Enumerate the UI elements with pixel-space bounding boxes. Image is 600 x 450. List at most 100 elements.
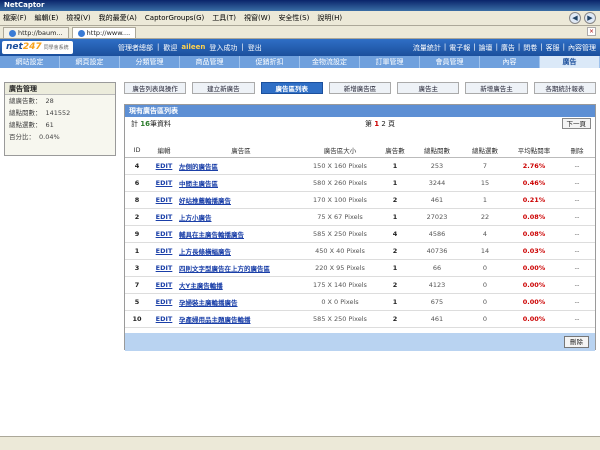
edit-link[interactable]: EDIT xyxy=(149,276,179,294)
avg-rate: 0.46% xyxy=(509,174,559,192)
tab-ad-zone-list[interactable]: 廣告區列表 xyxy=(260,82,323,94)
zone-name-link[interactable]: 孕產婦用品主題廣告輪播 xyxy=(179,310,303,328)
table-row: 1 EDIT 上方長條橫幅廣告 450 X 40 Pixels 2 40736 14 0.03… xyxy=(125,242,595,260)
avg-rate: 0.00% xyxy=(509,293,559,311)
menu-view[interactable]: 檢視(V) xyxy=(66,13,90,23)
nav-site-settings[interactable]: 網站設定 xyxy=(0,56,60,68)
zone-name-link[interactable]: 上方長條橫幅廣告 xyxy=(179,242,303,260)
system-name: 管理者總部 xyxy=(118,44,153,52)
nav-category-management[interactable]: 分類管理 xyxy=(120,56,180,68)
link-content-management[interactable]: 內容管理 xyxy=(568,43,596,53)
ad-count: 1 xyxy=(377,293,413,311)
logo-number: 247 xyxy=(22,42,42,52)
edit-link[interactable]: EDIT xyxy=(149,293,179,311)
tab-add-advertiser[interactable]: 新增廣告主 xyxy=(465,82,528,94)
menu-file[interactable]: 檔案(F) xyxy=(3,13,27,23)
zone-size: 0 X 0 Pixels xyxy=(303,293,377,311)
nav-payment-shipping[interactable]: 金物流設定 xyxy=(300,56,360,68)
edit-link[interactable]: EDIT xyxy=(149,174,179,192)
zone-name-link[interactable]: 上方小廣告 xyxy=(179,208,303,226)
nav-order-management[interactable]: 訂單管理 xyxy=(360,56,420,68)
link-newsletter[interactable]: 電子報 xyxy=(449,43,470,53)
next-page-button[interactable]: 下一頁 xyxy=(561,118,591,129)
zone-name-link[interactable]: 中間主廣告區 xyxy=(179,174,303,192)
edit-link[interactable]: EDIT xyxy=(149,259,179,277)
tab-advertisers[interactable]: 廣告主 xyxy=(397,82,460,94)
link-ads[interactable]: 廣告 xyxy=(501,43,515,53)
click-count: 0 xyxy=(461,293,509,311)
edit-link[interactable]: EDIT xyxy=(149,242,179,260)
stat-row: 百分比： 0.04% xyxy=(5,131,115,143)
view-count: 675 xyxy=(413,293,461,311)
menu-help[interactable]: 說明(H) xyxy=(317,13,342,23)
close-tab-icon[interactable]: × xyxy=(587,27,596,36)
row-id: 7 xyxy=(125,276,149,294)
separator: | xyxy=(495,43,498,51)
logout-link[interactable]: 登出 xyxy=(248,43,262,53)
table-row: 2 EDIT 上方小廣告 75 X 67 Pixels 1 27023 22 0.08% -- xyxy=(125,208,595,226)
zone-name-link[interactable]: 輔具在主廣告輪播廣告 xyxy=(179,225,303,243)
page-link-2[interactable]: 2 xyxy=(381,120,385,128)
forward-arrow-icon[interactable]: ▶ xyxy=(584,12,596,24)
row-id: 8 xyxy=(125,191,149,209)
menu-captorgroups[interactable]: CaptorGroups(G) xyxy=(145,14,204,22)
nav-ads[interactable]: 廣告 xyxy=(540,56,600,68)
link-survey[interactable]: 問卷 xyxy=(523,43,537,53)
table-row: 3 EDIT 四則文字型廣告在上方的廣告區 220 X 95 Pixels 1 66 0 0.… xyxy=(125,259,595,277)
click-count: 15 xyxy=(461,174,509,192)
zone-name-link[interactable]: 孕婦裝主廣輪播廣告 xyxy=(179,293,303,311)
view-count: 27023 xyxy=(413,208,461,226)
col-ad-count: 廣告數 xyxy=(377,143,413,158)
ad-stats-sidebar: 廣告管理 總廣告數： 28 總點閱數： 141552 總點選數： 61 百分比： 0.0… xyxy=(4,82,116,156)
col-id: ID xyxy=(125,143,149,158)
zone-name-link[interactable]: 四則文字型廣告在上方的廣告區 xyxy=(179,259,303,277)
edit-link[interactable]: EDIT xyxy=(149,191,179,209)
menu-window[interactable]: 視窗(W) xyxy=(244,13,270,23)
menu-edit[interactable]: 編輯(E) xyxy=(35,13,59,23)
window-title-bar: NetCaptor xyxy=(0,0,600,11)
edit-link[interactable]: EDIT xyxy=(149,225,179,243)
delete-button[interactable]: 刪除 xyxy=(564,336,589,348)
browser-tab[interactable]: http://www.... xyxy=(71,27,137,38)
nav-product-management[interactable]: 商品管理 xyxy=(180,56,240,68)
row-id: 3 xyxy=(125,259,149,277)
edit-link[interactable]: EDIT xyxy=(149,208,179,226)
ad-count: 1 xyxy=(377,259,413,277)
stat-value: 0.04% xyxy=(39,133,60,141)
edit-link[interactable]: EDIT xyxy=(149,310,179,328)
site-logo: net247 同學會系統 xyxy=(2,41,73,54)
link-forum[interactable]: 論壇 xyxy=(479,43,493,53)
edit-link[interactable]: EDIT xyxy=(149,157,179,175)
link-traffic-stats[interactable]: 流量統計 xyxy=(413,43,441,53)
page-icon xyxy=(9,29,16,37)
menu-security[interactable]: 安全性(S) xyxy=(278,13,309,23)
zone-name-link[interactable]: 好站推薦輪播廣告 xyxy=(179,191,303,209)
nav-content[interactable]: 內容 xyxy=(480,56,540,68)
tab-create-ad[interactable]: 建立新廣告 xyxy=(192,82,255,94)
tab-add-ad-zone[interactable]: 新增廣告區 xyxy=(328,82,392,94)
zone-name-link[interactable]: 大Y主廣告輪播 xyxy=(179,276,303,294)
menu-tools[interactable]: 工具(T) xyxy=(212,13,236,23)
col-views: 總點閱數 xyxy=(413,143,461,158)
nav-promotions[interactable]: 促銷折扣 xyxy=(240,56,300,68)
stat-value: 61 xyxy=(45,121,54,129)
menu-favorites[interactable]: 我的最愛(A) xyxy=(99,13,137,23)
stat-label: 百分比： xyxy=(9,133,35,141)
link-support[interactable]: 客服 xyxy=(546,43,560,53)
nav-page-settings[interactable]: 網頁設定 xyxy=(60,56,120,68)
nav-member-management[interactable]: 會員管理 xyxy=(420,56,480,68)
tab-period-reports[interactable]: 各期統計報表 xyxy=(533,82,596,94)
separator: | xyxy=(562,43,565,51)
delete-cell: -- xyxy=(559,293,595,311)
stat-row: 總點閱數： 141552 xyxy=(5,107,115,119)
row-id: 2 xyxy=(125,208,149,226)
zone-name-link[interactable]: 左側的廣告區 xyxy=(179,157,303,175)
page-suffix: 頁 xyxy=(388,120,396,128)
back-arrow-icon[interactable]: ◀ xyxy=(569,12,581,24)
tab-ad-list[interactable]: 廣告列表與操作 xyxy=(124,82,187,94)
page-prefix: 第 xyxy=(365,120,372,128)
separator: | xyxy=(241,43,244,51)
separator: | xyxy=(157,43,160,51)
browser-tab[interactable]: http://baum... xyxy=(3,27,69,38)
row-id: 9 xyxy=(125,225,149,243)
